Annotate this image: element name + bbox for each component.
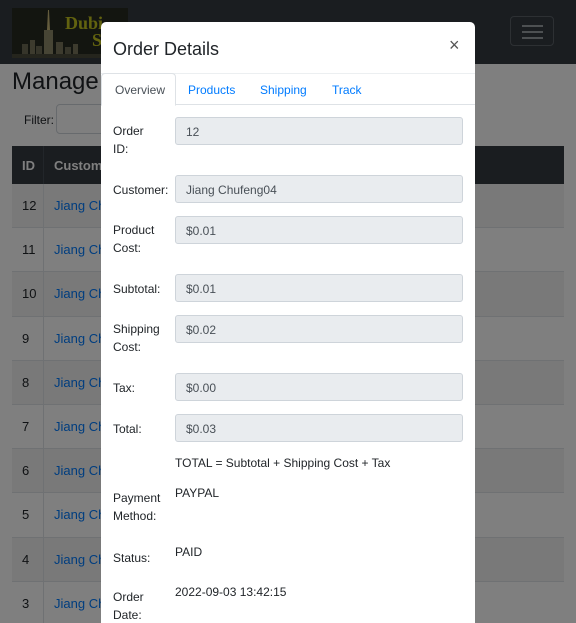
modal-tabs: Overview Products Shipping Track (101, 73, 475, 106)
product-cost-field[interactable]: $0.01 (175, 216, 463, 244)
shipping-cost-field[interactable]: $0.02 (175, 315, 463, 343)
tab-overview[interactable]: Overview (101, 73, 176, 106)
payment-method-value: PAYPAL (175, 486, 220, 500)
subtotal-label: Subtotal: (113, 282, 161, 296)
order-id-field[interactable]: 12 (175, 117, 463, 145)
close-icon[interactable]: × (449, 35, 460, 56)
tax-label: Tax: (113, 381, 136, 395)
product-cost-label: Product Cost: (113, 223, 155, 255)
order-date-value: 2022-09-03 13:42:15 (175, 585, 287, 599)
total-label: Total: (113, 422, 142, 436)
tab-products[interactable]: Products (188, 83, 235, 97)
modal-title: Order Details (113, 39, 220, 59)
order-details-modal: Order Details × Overview Products Shippi… (101, 22, 475, 623)
tax-field[interactable]: $0.00 (175, 373, 463, 401)
status-label: Status: (113, 551, 151, 565)
order-date-label: Order Date: (113, 590, 144, 622)
status-value: PAID (175, 545, 203, 559)
payment-method-label: Payment Method: (113, 491, 161, 523)
subtotal-field[interactable]: $0.01 (175, 274, 463, 302)
total-formula-text: TOTAL = Subtotal + Shipping Cost + Tax (175, 456, 391, 470)
order-id-label: Order ID: (113, 124, 144, 156)
tab-track[interactable]: Track (332, 83, 362, 97)
customer-label: Customer: (113, 183, 169, 197)
tab-shipping[interactable]: Shipping (260, 83, 307, 97)
shipping-cost-label: Shipping Cost: (113, 322, 160, 354)
total-field[interactable]: $0.03 (175, 414, 463, 442)
customer-field[interactable]: Jiang Chufeng04 (175, 175, 463, 203)
